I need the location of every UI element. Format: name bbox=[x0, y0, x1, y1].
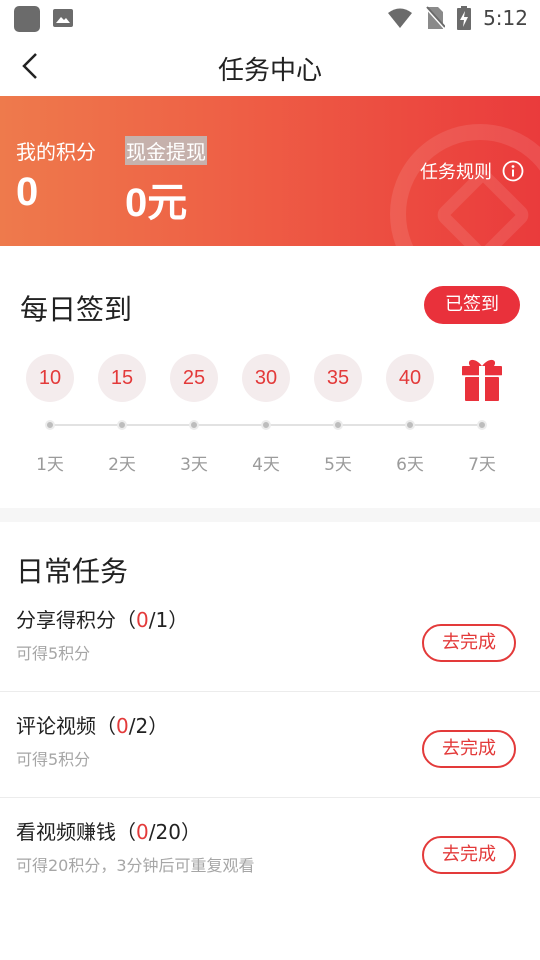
no-sim-icon bbox=[425, 6, 446, 29]
my-points-value: 0 bbox=[16, 170, 39, 214]
checked-in-button[interactable]: 已签到 bbox=[424, 286, 520, 324]
task-description: 可得5积分 bbox=[16, 644, 91, 663]
task-progress-done: 0 bbox=[136, 608, 149, 632]
reward-coin: 10 bbox=[26, 354, 74, 402]
checkin-day-reward: 10 bbox=[24, 354, 76, 402]
task-rules-label: 任务规则 bbox=[420, 162, 492, 183]
progress-dot bbox=[333, 420, 343, 430]
progress-dot bbox=[45, 420, 55, 430]
day-label: 3天 bbox=[180, 455, 208, 475]
task-name: 评论视频（0/2） bbox=[16, 714, 169, 738]
task-progress-total: 20 bbox=[155, 820, 181, 844]
app-notification-icon bbox=[14, 6, 40, 32]
task-progress-total: 2 bbox=[135, 714, 149, 738]
wifi-icon bbox=[388, 8, 413, 28]
day-label: 4天 bbox=[252, 455, 280, 475]
progress-dot bbox=[261, 420, 271, 430]
task-item-watch-video: 看视频赚钱（0/20） 可得20积分，3分钟后可重复观看 去完成 bbox=[0, 798, 540, 904]
day-label: 5天 bbox=[324, 455, 352, 475]
checkin-day-reward bbox=[456, 356, 508, 402]
checkin-day-reward: 35 bbox=[312, 354, 364, 402]
day-label: 6天 bbox=[396, 455, 424, 475]
reward-coin: 25 bbox=[170, 354, 218, 402]
title-bar: 任务中心 bbox=[0, 36, 540, 96]
day-label: 2天 bbox=[108, 455, 136, 475]
task-name: 分享得积分（0/1） bbox=[16, 608, 189, 632]
reward-coin: 15 bbox=[98, 354, 146, 402]
progress-dot bbox=[117, 420, 127, 430]
go-complete-button[interactable]: 去完成 bbox=[422, 624, 516, 662]
go-complete-button[interactable]: 去完成 bbox=[422, 836, 516, 874]
section-divider bbox=[0, 508, 540, 522]
task-progress-total: 1 bbox=[155, 608, 169, 632]
task-item-share: 分享得积分（0/1） 可得5积分 去完成 bbox=[0, 586, 540, 692]
reward-coin: 30 bbox=[242, 354, 290, 402]
daily-tasks-title: 日常任务 bbox=[16, 555, 129, 588]
task-name: 看视频赚钱（0/20） bbox=[16, 820, 201, 844]
cash-withdraw-label[interactable]: 现金提现 bbox=[125, 136, 207, 165]
checkin-title: 每日签到 bbox=[20, 293, 133, 326]
cash-value: 0元 bbox=[125, 181, 188, 225]
checkin-day-reward: 40 bbox=[384, 354, 436, 402]
day-label: 7天 bbox=[468, 455, 496, 475]
task-rules-link[interactable]: 任务规则 bbox=[420, 158, 524, 184]
info-icon bbox=[502, 160, 524, 182]
reward-coin: 35 bbox=[314, 354, 362, 402]
image-notification-icon bbox=[53, 9, 73, 27]
checkin-day-reward: 30 bbox=[240, 354, 292, 402]
reward-coin: 40 bbox=[386, 354, 434, 402]
task-item-comment: 评论视频（0/2） 可得5积分 去完成 bbox=[0, 692, 540, 798]
clock-time: 5:12 bbox=[483, 6, 528, 30]
task-description: 可得20积分，3分钟后可重复观看 bbox=[16, 856, 255, 875]
progress-dot bbox=[405, 420, 415, 430]
task-progress-done: 0 bbox=[136, 820, 149, 844]
status-bar: 5:12 bbox=[0, 0, 540, 36]
task-progress-done: 0 bbox=[116, 714, 129, 738]
gift-icon bbox=[462, 359, 502, 401]
battery-charging-icon bbox=[457, 6, 472, 30]
page-title: 任务中心 bbox=[217, 56, 322, 86]
my-points-label: 我的积分 bbox=[16, 140, 96, 164]
checkin-day-reward: 25 bbox=[168, 354, 220, 402]
points-banner: 我的积分 0 现金提现 0元 任务规则 bbox=[0, 96, 540, 246]
progress-dot bbox=[477, 420, 487, 430]
checkin-day-reward: 15 bbox=[96, 354, 148, 402]
go-complete-button[interactable]: 去完成 bbox=[422, 730, 516, 768]
progress-dot bbox=[189, 420, 199, 430]
task-description: 可得5积分 bbox=[16, 750, 91, 769]
day-label: 1天 bbox=[36, 455, 64, 475]
daily-checkin-section: 每日签到 已签到 10 15 25 30 35 40 1天 2天 3天 4天 5… bbox=[0, 246, 540, 508]
